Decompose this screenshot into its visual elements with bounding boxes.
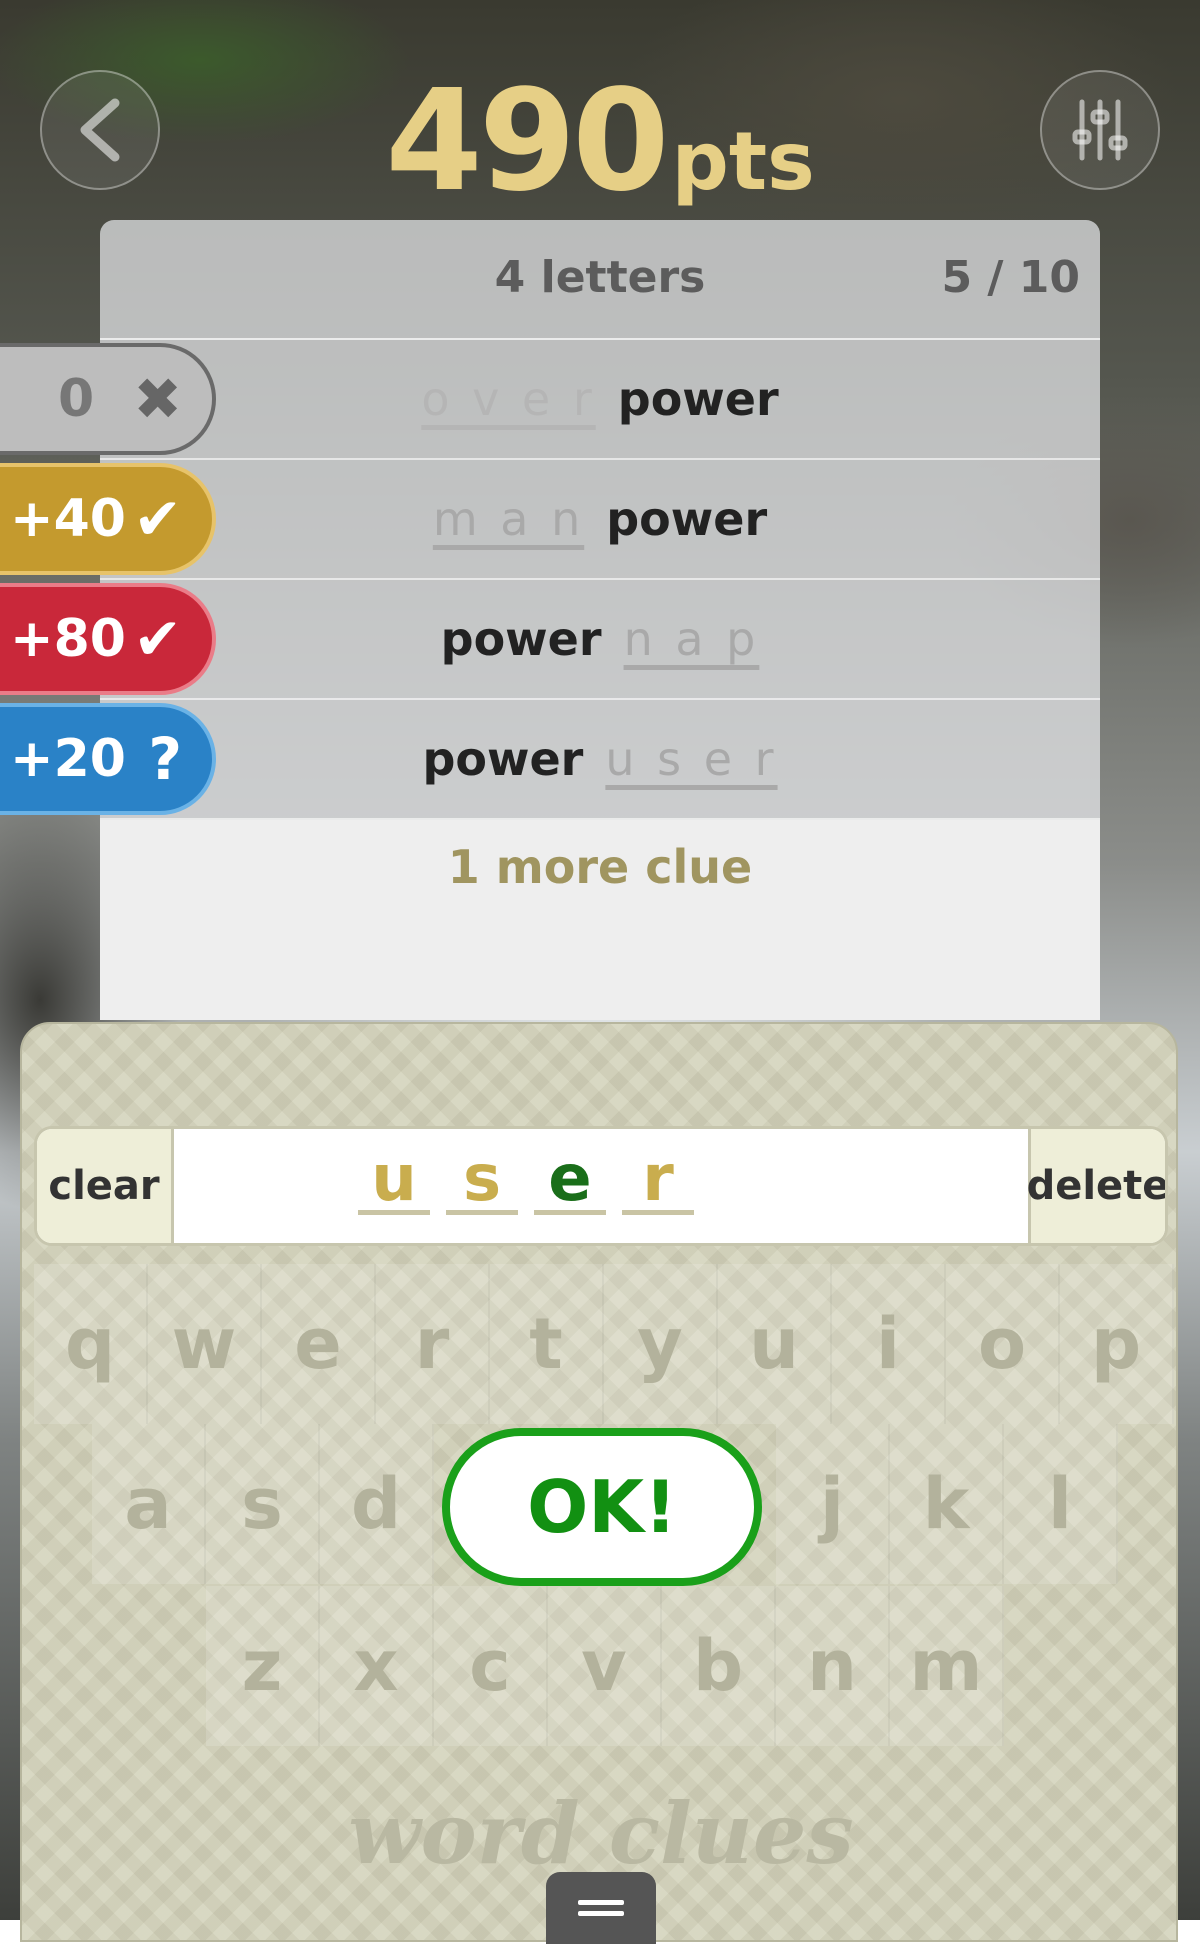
- key[interactable]: z: [206, 1586, 320, 1746]
- clue-points: +40: [10, 489, 126, 549]
- clue-points: +80: [10, 609, 126, 669]
- key[interactable]: t: [490, 1264, 604, 1424]
- clear-button[interactable]: clear: [37, 1129, 174, 1243]
- key[interactable]: e: [262, 1264, 376, 1424]
- ok-button[interactable]: OK!: [442, 1428, 762, 1586]
- key[interactable]: b: [662, 1586, 776, 1746]
- answer-entry: clear u s e r delete: [34, 1126, 1168, 1246]
- key[interactable]: p: [1060, 1264, 1174, 1424]
- key[interactable]: i: [832, 1264, 946, 1424]
- clue-row: o v e r power: [100, 340, 1100, 460]
- clue-base-word: power: [422, 732, 584, 786]
- clue-score-badge: +80 ✔: [0, 583, 216, 695]
- clue-row: power n a p: [100, 580, 1100, 700]
- clues-panel: 4 letters 5 / 10 o v e r power m a n pow…: [100, 220, 1100, 1020]
- clue-score-badge: 0 ✖: [0, 343, 216, 455]
- check-icon: ✔: [133, 485, 182, 553]
- question-icon: ?: [148, 725, 182, 793]
- panel-header: 4 letters 5 / 10: [100, 220, 1100, 340]
- hamburger-icon: [578, 1900, 624, 1905]
- app-logo: word clues: [348, 1784, 854, 1883]
- clue-prefix: m a n: [432, 492, 585, 546]
- clue-suffix: u s e r: [605, 732, 778, 786]
- key[interactable]: n: [776, 1586, 890, 1746]
- key[interactable]: s: [206, 1424, 320, 1584]
- answer-letter: r: [622, 1129, 694, 1243]
- key[interactable]: l: [1004, 1424, 1118, 1584]
- progress-counter: 5 / 10: [941, 252, 1080, 303]
- key[interactable]: y: [604, 1264, 718, 1424]
- cross-icon: ✖: [133, 365, 182, 433]
- more-clues-button[interactable]: 1 more clue: [100, 840, 1100, 894]
- clue-points: 0: [58, 369, 95, 429]
- clue-base-word: power: [617, 372, 779, 426]
- key[interactable]: r: [376, 1264, 490, 1424]
- key[interactable]: q: [34, 1264, 148, 1424]
- sliders-icon: [1072, 99, 1128, 161]
- clue-suffix: n a p: [623, 612, 760, 666]
- clue-row: m a n power: [100, 460, 1100, 580]
- check-icon: ✔: [133, 605, 182, 673]
- settings-button[interactable]: [1040, 70, 1160, 190]
- answer-letter: u: [358, 1129, 430, 1243]
- key[interactable]: o: [946, 1264, 1060, 1424]
- key[interactable]: x: [320, 1586, 434, 1746]
- answer-letters: u s e r: [171, 1129, 1031, 1243]
- key[interactable]: c: [434, 1586, 548, 1746]
- menu-button[interactable]: [546, 1872, 656, 1944]
- clue-base-word: power: [606, 492, 768, 546]
- score-unit: pts: [671, 115, 815, 208]
- key[interactable]: d: [320, 1424, 434, 1584]
- key[interactable]: u: [718, 1264, 832, 1424]
- clue-base-word: power: [440, 612, 602, 666]
- clue-points: +20: [10, 729, 126, 789]
- answer-letter: e: [534, 1129, 606, 1243]
- answer-letter: s: [446, 1129, 518, 1243]
- key[interactable]: m: [890, 1586, 1004, 1746]
- delete-button[interactable]: delete: [1027, 1129, 1165, 1243]
- score-display: 490pts: [0, 60, 1200, 223]
- clue-row: power u s e r: [100, 700, 1100, 820]
- key[interactable]: a: [92, 1424, 206, 1584]
- score-value: 490: [385, 60, 669, 223]
- clue-prefix: o v e r: [421, 372, 596, 426]
- key[interactable]: v: [548, 1586, 662, 1746]
- keyboard-panel: clear u s e r delete q w e r t y u i o p…: [20, 1022, 1178, 1944]
- key[interactable]: j: [776, 1424, 890, 1584]
- key[interactable]: k: [890, 1424, 1004, 1584]
- clue-score-badge: +40 ✔: [0, 463, 216, 575]
- clue-score-badge[interactable]: +20 ?: [0, 703, 216, 815]
- key[interactable]: w: [148, 1264, 262, 1424]
